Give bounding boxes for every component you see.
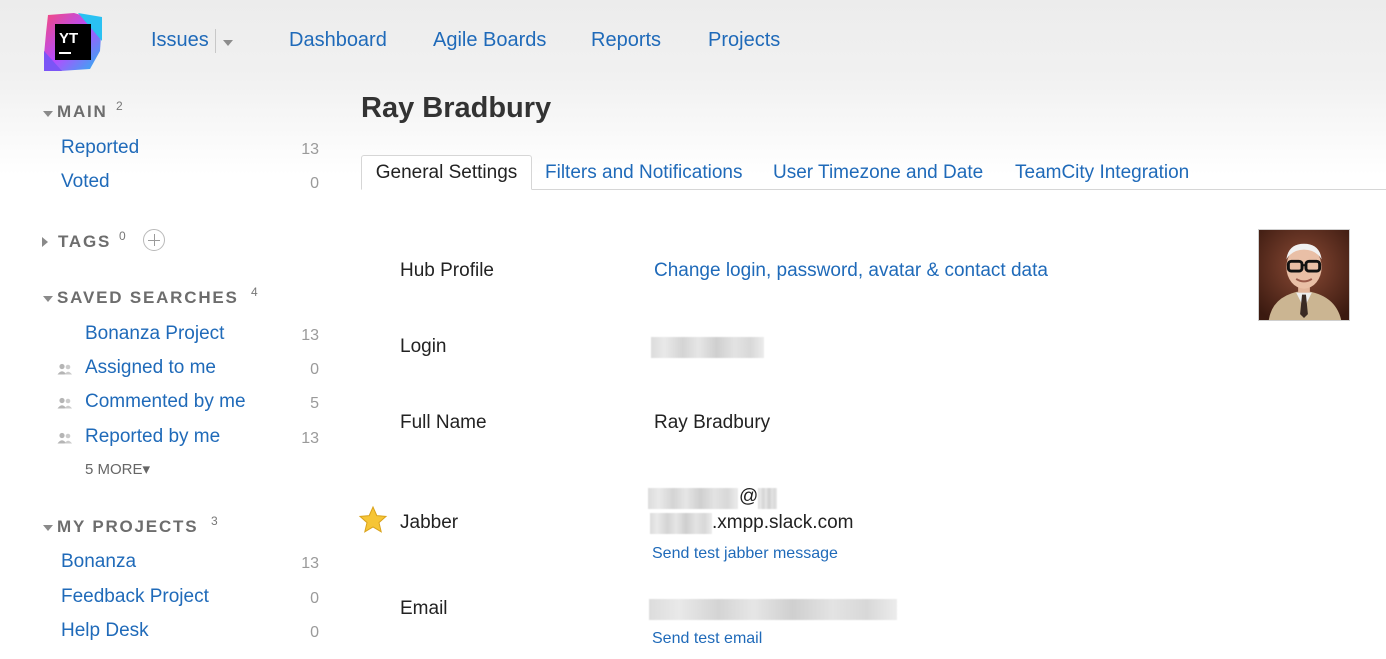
jabber-host-redacted — [758, 488, 777, 509]
sidebar-item-voted[interactable]: Voted — [61, 171, 110, 193]
saved-searches-count: 4 — [251, 285, 258, 299]
jabber-at-sign: @ — [739, 486, 759, 507]
sidebar-item-reported[interactable]: Reported — [61, 137, 139, 159]
sidebar-item-count: 0 — [310, 175, 319, 192]
tab-user-timezone-and-date[interactable]: User Timezone and Date — [773, 162, 983, 184]
shared-users-icon — [57, 432, 72, 444]
header-background — [0, 0, 1386, 175]
sidebar-item-count: 0 — [310, 590, 319, 607]
jabber-domain-redacted — [650, 513, 712, 534]
full-name-value: Ray Bradbury — [654, 412, 771, 433]
jabber-user-redacted — [648, 488, 738, 509]
sidebar-item-bonanza[interactable]: Bonanza — [61, 551, 136, 573]
send-test-jabber-link[interactable]: Send test jabber message — [652, 545, 838, 563]
nav-dashboard[interactable]: Dashboard — [289, 29, 387, 52]
shared-users-icon — [57, 363, 72, 375]
tab-general-settings[interactable]: General Settings — [361, 155, 532, 190]
star-icon — [358, 505, 388, 533]
page-title: Ray Bradbury — [361, 92, 552, 124]
add-tag-plus-icon[interactable] — [143, 229, 165, 251]
tab-teamcity-integration[interactable]: TeamCity Integration — [1015, 162, 1189, 184]
sidebar-item-assigned-to-me[interactable]: Assigned to me — [85, 357, 216, 379]
tags-count: 0 — [119, 229, 126, 243]
sidebar-item-count: 0 — [310, 361, 319, 378]
sidebar-item-count: 0 — [310, 624, 319, 641]
collapse-main-icon[interactable] — [43, 111, 53, 117]
sidebar-item-count: 13 — [301, 555, 319, 572]
tab-filters-and-notifications[interactable]: Filters and Notifications — [545, 162, 742, 184]
main-count: 2 — [116, 99, 123, 113]
login-label: Login — [400, 336, 447, 357]
youtrack-logo[interactable]: YT — [42, 11, 104, 73]
nav-separator — [215, 29, 216, 53]
nav-projects[interactable]: Projects — [708, 29, 780, 52]
sidebar-item-commented-by-me[interactable]: Commented by me — [85, 391, 246, 413]
show-more-saved-searches[interactable]: 5 MORE▾ — [85, 460, 150, 478]
collapse-saved-searches-icon[interactable] — [43, 296, 53, 302]
user-avatar[interactable] — [1258, 229, 1350, 321]
email-label: Email — [400, 598, 448, 619]
collapse-my-projects-icon[interactable] — [43, 525, 53, 531]
sidebar-section-tags[interactable]: TAGS — [58, 232, 111, 252]
sidebar-section-saved-searches[interactable]: SAVED SEARCHES — [57, 288, 239, 308]
jabber-domain-value: .xmpp.slack.com — [712, 512, 854, 533]
sidebar-item-bonanza-project[interactable]: Bonanza Project — [85, 323, 224, 345]
send-test-email-link[interactable]: Send test email — [652, 630, 762, 648]
sidebar-section-main[interactable]: MAIN — [57, 102, 108, 122]
change-profile-link[interactable]: Change login, password, avatar & contact… — [654, 260, 1048, 282]
my-projects-count: 3 — [211, 514, 218, 528]
full-name-label: Full Name — [400, 412, 487, 433]
jabber-label: Jabber — [400, 512, 459, 533]
issues-dropdown-caret-icon[interactable] — [223, 40, 233, 46]
nav-agile-boards[interactable]: Agile Boards — [433, 29, 546, 52]
svg-text:YT: YT — [59, 30, 78, 47]
sidebar-item-help-desk[interactable]: Help Desk — [61, 620, 149, 642]
sidebar-item-count: 13 — [301, 327, 319, 344]
sidebar-item-count: 5 — [310, 395, 319, 412]
hub-profile-label: Hub Profile — [400, 260, 494, 281]
nav-reports[interactable]: Reports — [591, 29, 661, 52]
email-value-redacted — [649, 599, 897, 620]
nav-issues[interactable]: Issues — [151, 29, 209, 52]
sidebar-section-my-projects[interactable]: MY PROJECTS — [57, 517, 198, 537]
sidebar-item-count: 13 — [301, 141, 319, 158]
sidebar-item-feedback-project[interactable]: Feedback Project — [61, 586, 209, 608]
expand-tags-icon[interactable] — [42, 237, 48, 247]
sidebar-item-reported-by-me[interactable]: Reported by me — [85, 426, 220, 448]
login-value-redacted — [651, 337, 764, 358]
sidebar-item-count: 13 — [301, 430, 319, 447]
shared-users-icon — [57, 397, 72, 409]
